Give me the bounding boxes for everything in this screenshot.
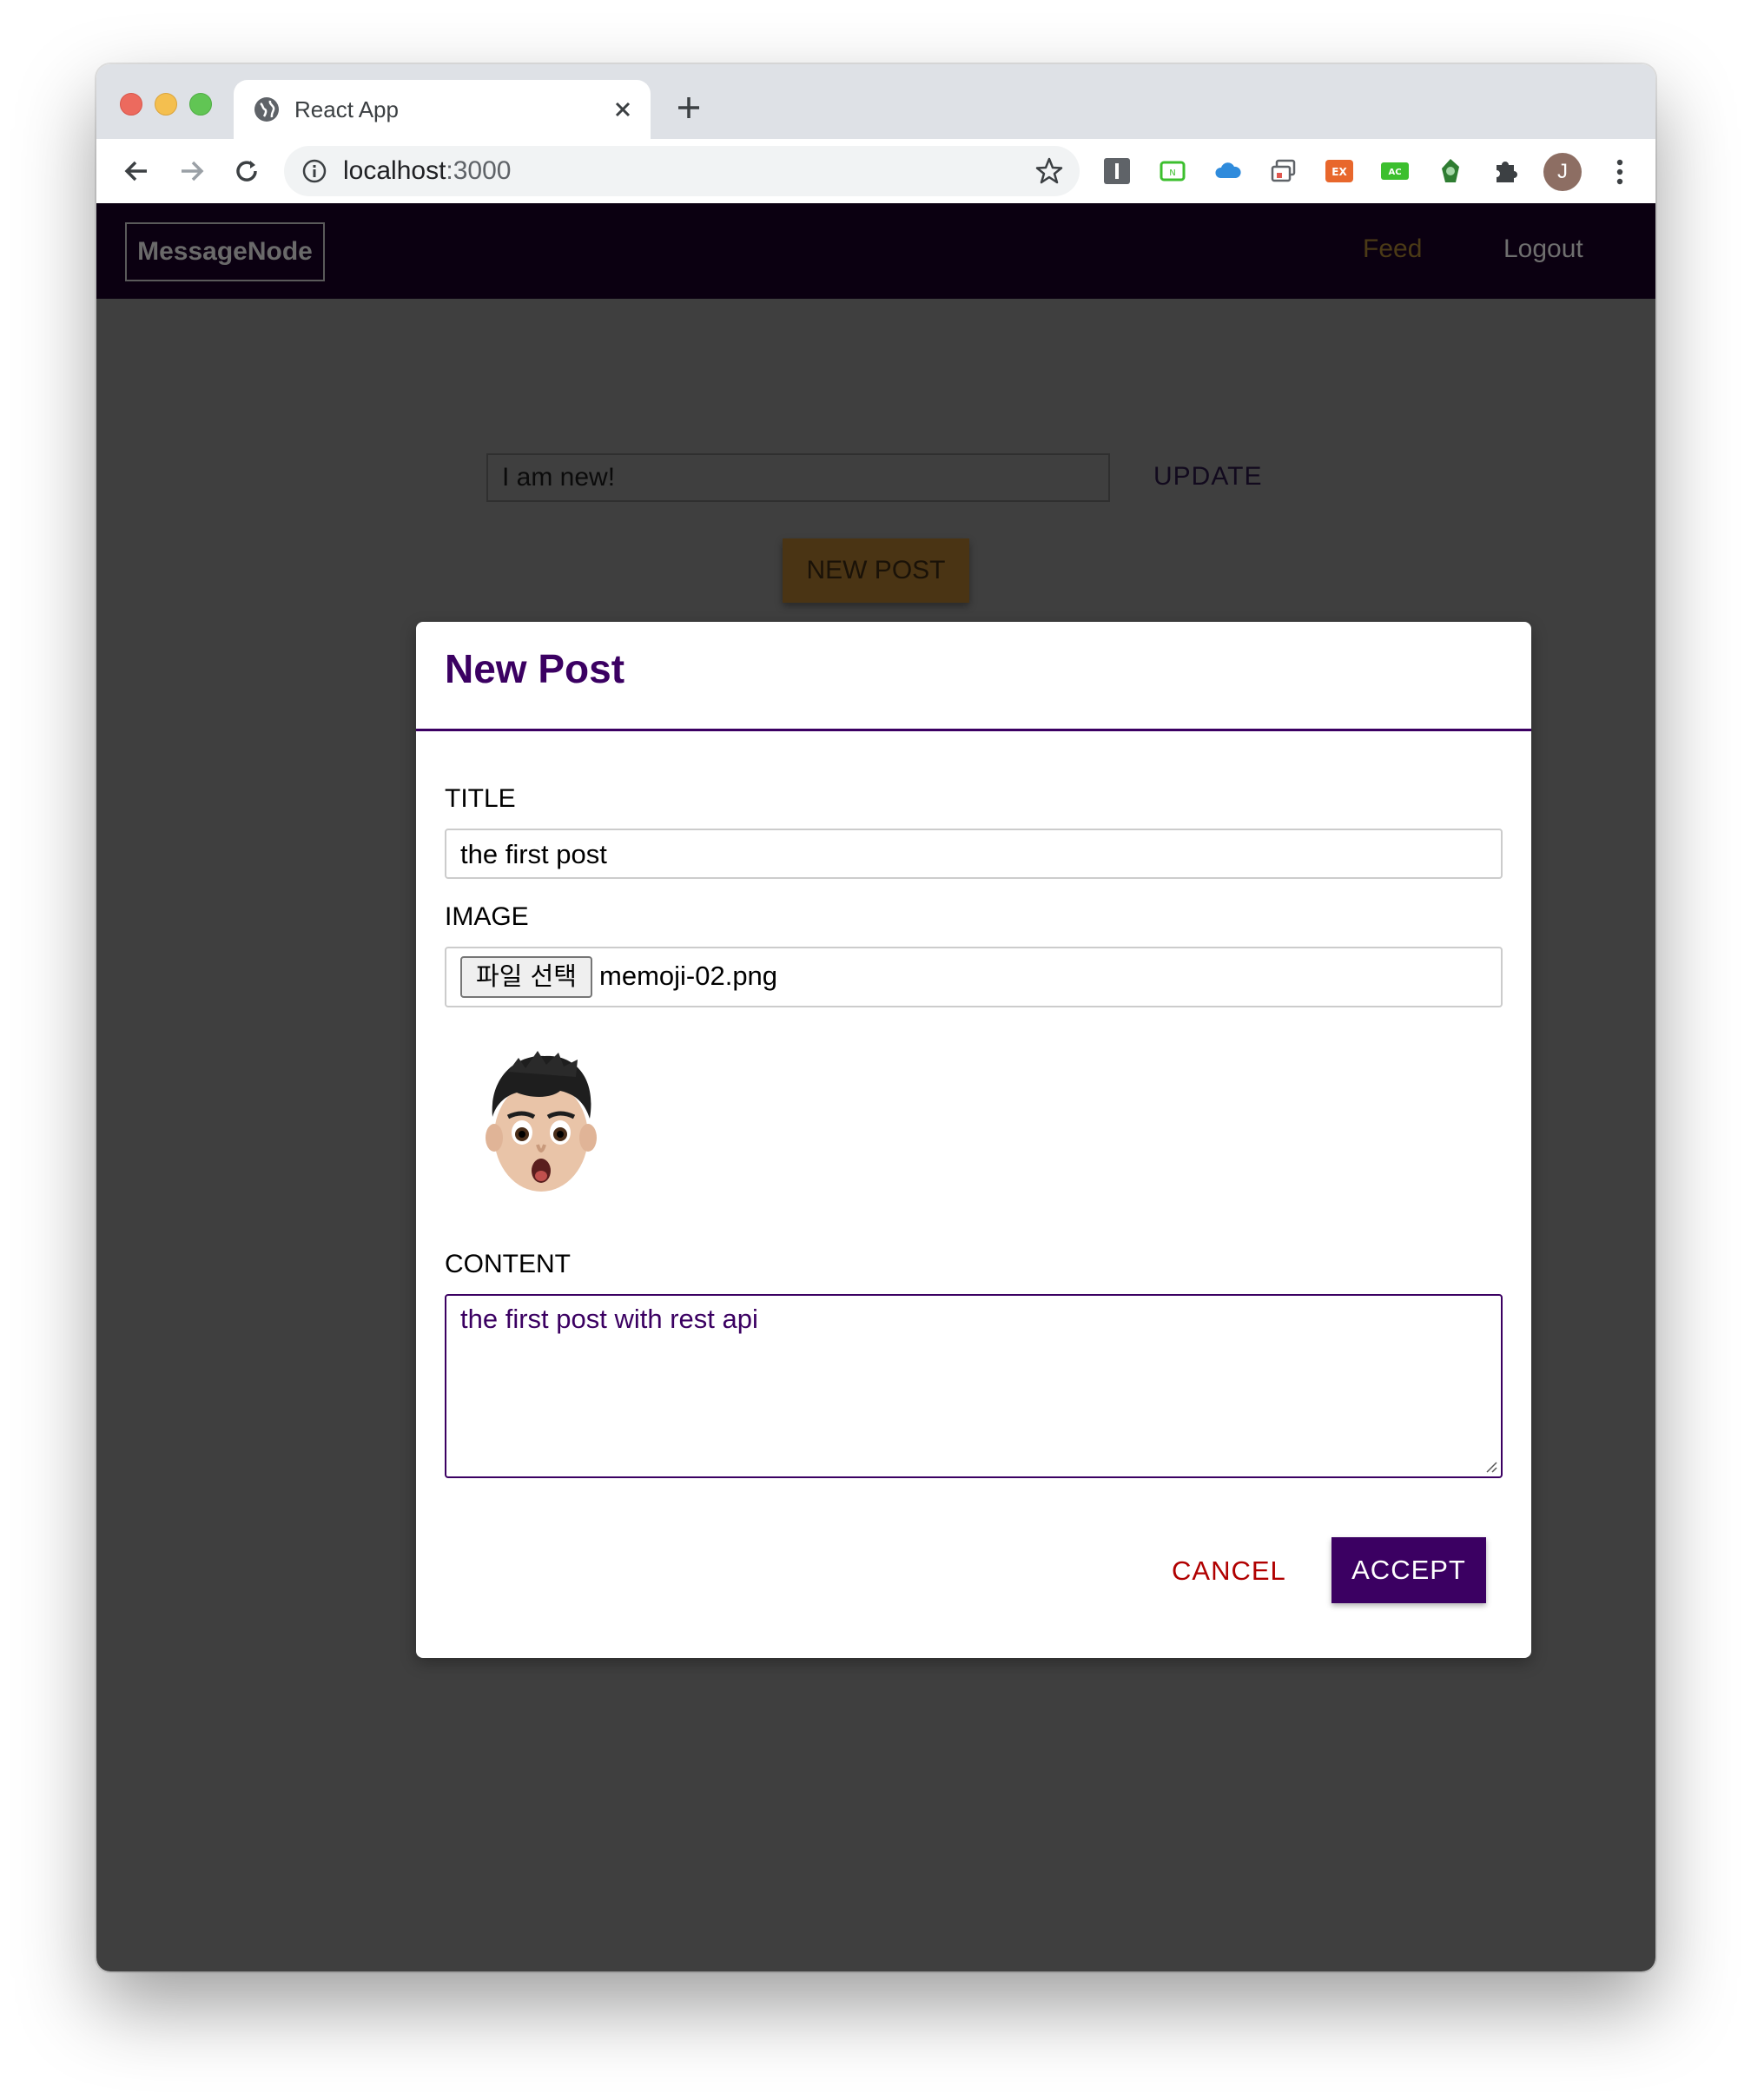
nav-logout-link[interactable]: Logout <box>1503 234 1583 264</box>
extension-ac-icon[interactable]: AC <box>1380 156 1410 186</box>
resize-handle-icon[interactable] <box>1483 1459 1497 1473</box>
new-tab-icon[interactable] <box>673 92 704 123</box>
svg-text:N: N <box>1169 168 1175 178</box>
forward-arrow-icon[interactable] <box>175 154 209 188</box>
browser-toolbar: localhost:3000 N EX AC J <box>96 139 1655 204</box>
extensions-puzzle-icon[interactable] <box>1491 156 1521 186</box>
extension-ex-icon[interactable]: EX <box>1325 156 1354 186</box>
url-text: localhost:3000 <box>343 156 512 185</box>
title-label: TITLE <box>445 784 516 813</box>
profile-avatar[interactable]: J <box>1543 153 1582 191</box>
tab-strip: React App <box>96 64 1655 141</box>
image-file-input[interactable]: 파일 선택 memoji-02.png <box>445 947 1503 1007</box>
title-input-value: the first post <box>460 839 607 869</box>
site-info-icon[interactable] <box>301 158 327 184</box>
accept-button[interactable]: ACCEPT <box>1331 1537 1486 1603</box>
maximize-window-button[interactable] <box>189 93 212 116</box>
address-bar[interactable]: localhost:3000 <box>284 146 1080 196</box>
bookmark-star-icon[interactable] <box>1034 156 1064 186</box>
globe-icon <box>254 97 279 122</box>
choose-file-button[interactable]: 파일 선택 <box>460 956 592 998</box>
cancel-button[interactable]: CANCEL <box>1172 1555 1286 1587</box>
nav-feed-link[interactable]: Feed <box>1363 234 1422 264</box>
browser-window: React App localhost:3000 N EX AC J Messa… <box>96 64 1655 1971</box>
new-post-button[interactable]: NEW POST <box>783 538 969 603</box>
status-input[interactable]: I am new! <box>486 453 1110 502</box>
content-textarea[interactable]: the first post with rest api <box>445 1294 1503 1478</box>
content-textarea-value: the first post with rest api <box>460 1304 758 1334</box>
reload-icon[interactable] <box>229 154 264 188</box>
extension-cloud-icon[interactable] <box>1213 156 1243 186</box>
new-post-modal: New Post TITLE the first post IMAGE 파일 선… <box>416 622 1531 1658</box>
extension-leaf-icon[interactable] <box>1436 156 1465 186</box>
app-logo[interactable]: MessageNode <box>125 222 325 281</box>
browser-tab[interactable]: React App <box>234 80 651 141</box>
page-content: MessageNode Feed Logout I am new! UPDATE… <box>96 203 1655 1971</box>
modal-divider <box>416 729 1531 731</box>
extension-reader-icon[interactable] <box>1102 156 1132 186</box>
app-navbar: MessageNode Feed Logout <box>96 203 1655 299</box>
image-preview <box>486 1051 597 1192</box>
selected-file-name: memoji-02.png <box>599 961 778 991</box>
extension-naver-icon[interactable]: N <box>1158 156 1187 186</box>
tab-title: React App <box>294 96 399 122</box>
back-arrow-icon[interactable] <box>119 154 154 188</box>
extension-screens-icon[interactable] <box>1269 156 1298 186</box>
close-window-button[interactable] <box>120 93 142 116</box>
content-label: CONTENT <box>445 1250 571 1278</box>
image-label: IMAGE <box>445 902 529 931</box>
close-tab-icon[interactable] <box>611 97 635 122</box>
minimize-window-button[interactable] <box>155 93 177 116</box>
more-menu-icon[interactable] <box>1602 155 1637 189</box>
status-update-button[interactable]: UPDATE <box>1153 462 1262 492</box>
modal-title: New Post <box>445 646 625 691</box>
svg-text:EX: EX <box>1331 166 1347 178</box>
svg-text:AC: AC <box>1388 168 1401 177</box>
title-input[interactable]: the first post <box>445 829 1503 879</box>
